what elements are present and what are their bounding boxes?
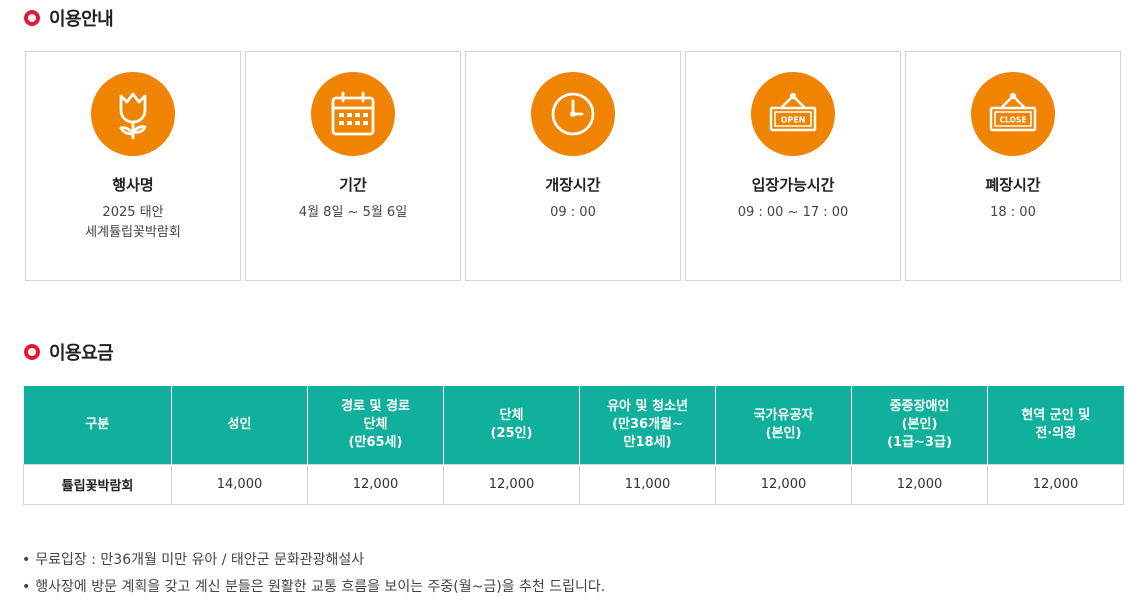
- list-item: 무료입장 : 만36개월 미만 유아 / 태안군 문화관광해설사: [22, 547, 605, 574]
- fee-cell: 14,000: [171, 463, 308, 505]
- card-label: 행사명: [112, 176, 154, 194]
- fee-cell: 12,000: [987, 463, 1124, 505]
- section-bullet-icon: [24, 344, 40, 360]
- section-title-fee: 이용요금: [24, 339, 114, 365]
- fee-header-military: 현역 군인 및 전·의경: [987, 386, 1124, 464]
- fee-header-youth: 유아 및 청소년 (만36개월~ 만18세): [579, 386, 716, 464]
- close-sign-icon: CLOSE: [971, 72, 1055, 156]
- fee-cell: 12,000: [851, 463, 988, 505]
- table-row: 튤립꽃박람회 14,000 12,000 12,000 11,000 12,00…: [23, 463, 1124, 505]
- tulip-icon: [91, 72, 175, 156]
- fee-cell: 11,000: [579, 463, 716, 505]
- section-title-info: 이용안내: [24, 5, 114, 31]
- fee-cell: 12,000: [307, 463, 444, 505]
- fee-header-senior: 경로 및 경로 단체 (만65세): [307, 386, 444, 464]
- fee-cell: 12,000: [443, 463, 580, 505]
- list-item: 행사장에 방문 계획을 갖고 계신 분들은 원활한 교통 흐름을 보이는 주중(…: [22, 574, 605, 600]
- info-card-admission-time: OPEN 입장가능시간 09 : 00 ~ 17 : 00: [685, 51, 901, 281]
- card-label: 폐장시간: [985, 176, 1041, 194]
- card-label: 개장시간: [545, 176, 601, 194]
- fee-header-category: 구분: [23, 386, 172, 464]
- open-sign-icon: OPEN: [751, 72, 835, 156]
- info-card-period: 기간 4월 8일 ~ 5월 6일: [245, 51, 461, 281]
- info-card-event-name: 행사명 2025 태안 세계튤립꽃박람회: [25, 51, 241, 281]
- fee-table: 구분 성인 경로 및 경로 단체 (만65세) 단체 (25인) 유아 및 청소년 (만…: [23, 386, 1124, 505]
- fee-header-veteran: 국가유공자 (본인): [715, 386, 852, 464]
- card-label: 기간: [339, 176, 367, 194]
- card-value: 09 : 00: [550, 205, 596, 220]
- notes-list: 무료입장 : 만36개월 미만 유아 / 태안군 문화관광해설사 행사장에 방문…: [22, 547, 605, 600]
- fee-header-group: 단체 (25인): [443, 386, 580, 464]
- open-sign-text: OPEN: [781, 116, 806, 125]
- fee-table-header-row: 구분 성인 경로 및 경로 단체 (만65세) 단체 (25인) 유아 및 청소년 (만…: [23, 386, 1124, 464]
- info-card-closing-time: CLOSE 폐장시간 18 : 00: [905, 51, 1121, 281]
- info-cards: 행사명 2025 태안 세계튤립꽃박람회 기간 4월 8일 ~ 5월 6일 개장…: [25, 51, 1121, 281]
- calendar-icon: [311, 72, 395, 156]
- section-bullet-icon: [24, 10, 40, 26]
- info-card-opening-time: 개장시간 09 : 00: [465, 51, 681, 281]
- card-label: 입장가능시간: [751, 176, 835, 194]
- card-value: 2025 태안 세계튤립꽃박람회: [85, 205, 181, 240]
- close-sign-text: CLOSE: [1000, 116, 1027, 125]
- fee-header-adult: 성인: [171, 386, 308, 464]
- card-value: 4월 8일 ~ 5월 6일: [298, 205, 408, 220]
- fee-header-disabled: 중증장애인 (본인) (1급~3급): [851, 386, 988, 464]
- section-title-text: 이용요금: [49, 343, 114, 364]
- card-value: 18 : 00: [990, 205, 1036, 220]
- card-value: 09 : 00 ~ 17 : 00: [737, 205, 849, 220]
- fee-row-label: 튤립꽃박람회: [23, 463, 172, 505]
- fee-cell: 12,000: [715, 463, 852, 505]
- clock-icon: [531, 72, 615, 156]
- section-title-text: 이용안내: [49, 9, 114, 30]
